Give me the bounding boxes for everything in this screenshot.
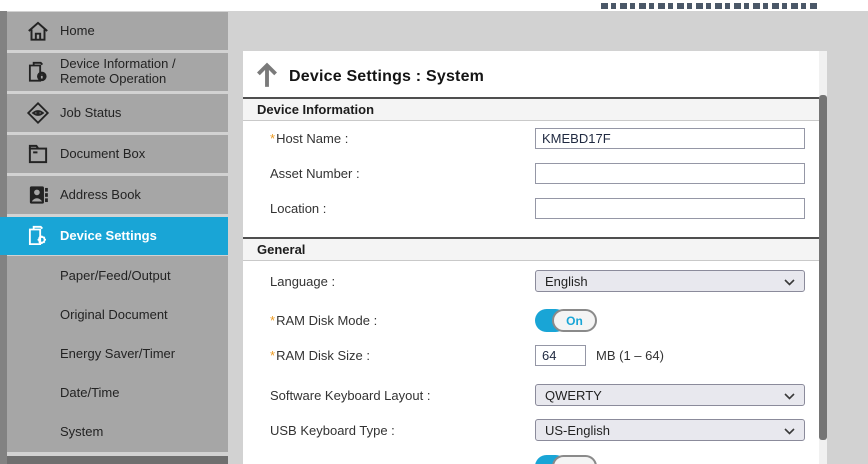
sidebar-item-home[interactable]: Home (7, 12, 228, 50)
sidebar-item-job-status[interactable]: Job Status (7, 94, 228, 132)
language-select[interactable]: English (535, 270, 805, 292)
chevron-down-icon (784, 274, 795, 289)
sidebar-submenu: Paper/Feed/Output Original Document Ener… (7, 256, 228, 452)
toggle-state-label: On (552, 309, 597, 332)
language-label: Language : (270, 274, 535, 289)
sidebar-item-label: Document Box (60, 147, 145, 162)
asset-number-label: Asset Number : (270, 166, 535, 181)
host-name-label: *Host Name : (270, 131, 535, 146)
ram-disk-size-suffix: MB (1 – 64) (596, 348, 664, 363)
location-input[interactable] (535, 198, 805, 219)
usb-keyboard-type-select[interactable]: US-English (535, 419, 805, 441)
language-select-value: English (545, 274, 588, 289)
sidebar-item-label: Device Settings (60, 229, 157, 244)
sidebar-subitem-original-document[interactable]: Original Document (7, 295, 228, 334)
usb-keyboard-type-select-value: US-English (545, 423, 610, 438)
ram-disk-mode-label: *RAM Disk Mode : (270, 313, 535, 328)
ram-disk-size-label-text: RAM Disk Size : (276, 348, 370, 363)
partial-toggle[interactable] (535, 455, 597, 464)
field-row-host-name: *Host Name : (270, 128, 810, 149)
asset-number-input[interactable] (535, 163, 805, 184)
required-marker: * (270, 131, 275, 146)
software-keyboard-layout-label: Software Keyboard Layout : (270, 388, 535, 403)
field-row-language: Language : English (270, 270, 810, 292)
toggle-knob (552, 455, 597, 464)
sidebar-item-address-book[interactable]: Address Book (7, 176, 228, 214)
field-row-asset-number: Asset Number : (270, 163, 810, 184)
sidebar-item-device-information[interactable]: Device Information / Remote Operation (7, 53, 228, 91)
host-name-label-text: Host Name : (276, 131, 348, 146)
up-arrow-icon[interactable] (254, 61, 280, 94)
address-book-icon (23, 180, 53, 210)
field-row-software-keyboard-layout: Software Keyboard Layout : QWERTY (270, 384, 810, 406)
field-row-ram-disk-size: *RAM Disk Size : MB (1 – 64) (270, 345, 810, 366)
device-webadmin-screen: Home Device Information / Remote Operati… (0, 0, 868, 464)
location-label: Location : (270, 201, 535, 216)
device-settings-icon (23, 221, 53, 251)
required-marker: * (270, 313, 275, 328)
sidebar-item-label-line2: Remote Operation (60, 71, 166, 86)
top-bar (0, 0, 868, 11)
device-information-icon (23, 57, 53, 87)
chevron-down-icon (784, 423, 795, 438)
ram-disk-size-input[interactable] (535, 345, 586, 366)
page-title: Device Settings : System (289, 68, 484, 86)
field-row-ram-disk-mode: *RAM Disk Mode : On (270, 309, 810, 332)
ram-disk-mode-toggle[interactable]: On (535, 309, 597, 332)
host-name-input[interactable] (535, 128, 805, 149)
sidebar-item-label-line1: Device Information / (60, 56, 176, 71)
sidebar-item-label: Job Status (60, 106, 121, 121)
clipped-text-remnant (601, 3, 819, 9)
job-status-icon (23, 98, 53, 128)
usb-keyboard-type-label: USB Keyboard Type : (270, 423, 535, 438)
page-title-row: Device Settings : System (243, 59, 484, 95)
home-icon (23, 16, 53, 46)
sidebar-subitem-system[interactable]: System (7, 412, 228, 451)
software-keyboard-layout-select[interactable]: QWERTY (535, 384, 805, 406)
ram-disk-size-label: *RAM Disk Size : (270, 348, 535, 363)
ram-disk-mode-label-text: RAM Disk Mode : (276, 313, 377, 328)
section-header-device-information: Device Information (243, 97, 819, 121)
chevron-down-icon (784, 388, 795, 403)
scrollbar[interactable] (819, 51, 827, 464)
document-box-icon (23, 139, 53, 169)
sidebar-subitem-date-time[interactable]: Date/Time (7, 373, 228, 412)
required-marker: * (270, 348, 275, 363)
scrollbar-thumb[interactable] (819, 95, 827, 440)
sidebar-item-device-settings[interactable]: Device Settings (0, 217, 228, 255)
sidebar-item-partial[interactable] (7, 456, 228, 464)
sidebar-item-document-box[interactable]: Document Box (7, 135, 228, 173)
sidebar-subitem-energy-saver-timer[interactable]: Energy Saver/Timer (7, 334, 228, 373)
field-row-usb-keyboard-type: USB Keyboard Type : US-English (270, 419, 810, 441)
software-keyboard-layout-select-value: QWERTY (545, 388, 602, 403)
content-panel: Device Settings : System Device Informat… (243, 51, 827, 464)
field-row-location: Location : (270, 198, 810, 219)
sidebar-subitem-paper-feed-output[interactable]: Paper/Feed/Output (7, 256, 228, 295)
field-row-partial (270, 455, 810, 464)
section-header-general: General (243, 237, 819, 261)
sidebar-item-label: Device Information / Remote Operation (60, 57, 176, 87)
sidebar-item-label: Address Book (60, 188, 141, 203)
sidebar-item-label: Home (60, 24, 95, 39)
